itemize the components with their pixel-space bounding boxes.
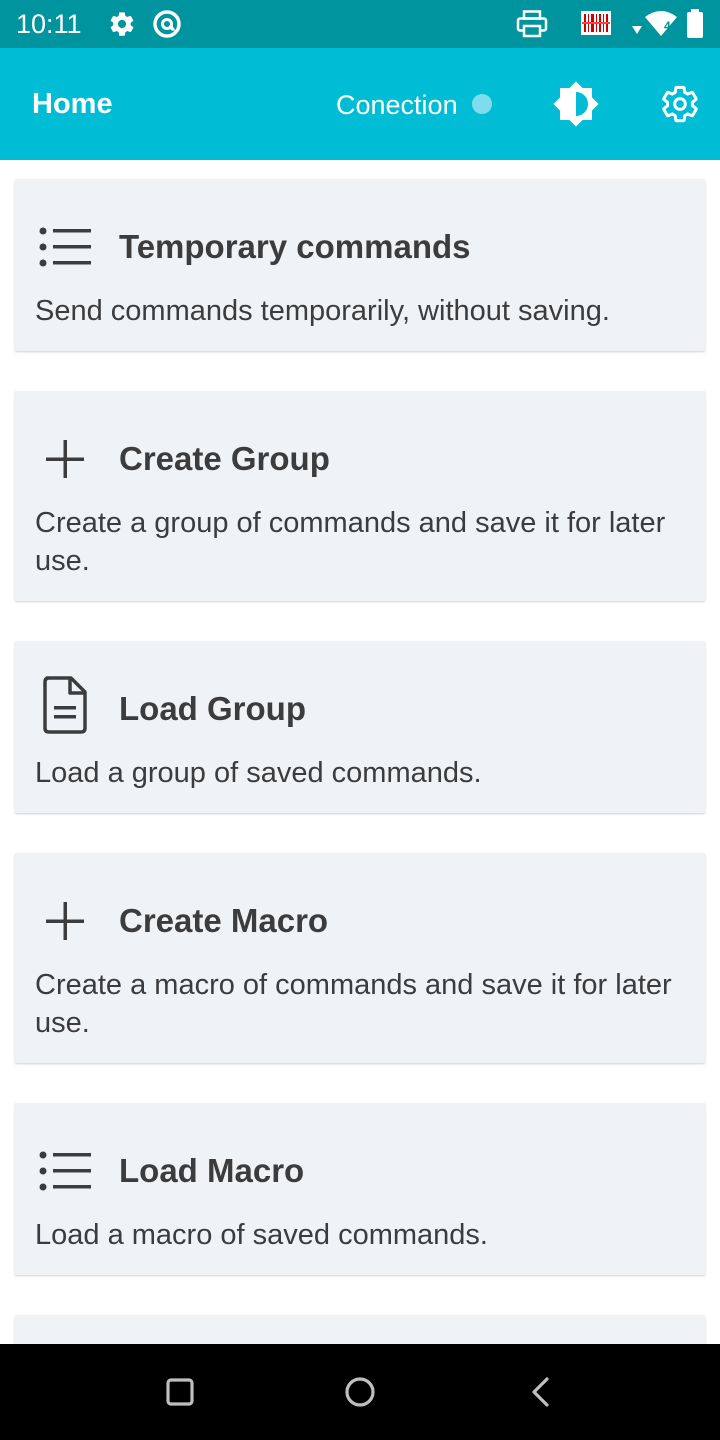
card-description: Load a group of saved commands.	[35, 757, 482, 789]
recents-button[interactable]	[156, 1368, 204, 1416]
brightness-toggle-button[interactable]	[548, 76, 604, 132]
card-title: Create Macro	[119, 902, 329, 939]
list-icon	[39, 221, 91, 273]
card-title: Load Macro	[119, 1152, 305, 1189]
system-navigation-bar	[0, 1344, 720, 1440]
status-time: 10:11	[16, 9, 82, 39]
connection-label: Conection	[336, 90, 458, 120]
back-chevron-icon	[528, 1376, 552, 1408]
brightness-icon	[552, 80, 600, 128]
printer-icon	[516, 10, 548, 42]
signal-arrow-icon	[632, 20, 642, 39]
document-icon	[39, 676, 91, 734]
card-description: Create a macro of commands and save it f…	[35, 969, 672, 1039]
plus-icon	[39, 895, 91, 947]
plus-icon	[39, 433, 91, 485]
next-card-partial[interactable]	[15, 1315, 705, 1344]
command-menu-list: Temporary commands Send commands tempora…	[0, 160, 720, 1344]
card-title: Temporary commands	[119, 228, 471, 265]
card-description: Load a macro of saved commands.	[35, 1219, 488, 1251]
back-button[interactable]	[516, 1368, 564, 1416]
list-icon	[39, 1145, 91, 1197]
load-macro-card[interactable]: Load Macro Load a macro of saved command…	[15, 1103, 705, 1275]
home-button[interactable]	[336, 1368, 384, 1416]
settings-button[interactable]	[652, 76, 708, 132]
card-description: Send commands temporarily, without savin…	[35, 295, 610, 327]
create-group-card[interactable]: Create Group Create a group of commands …	[15, 391, 705, 601]
wifi-icon	[644, 11, 678, 41]
page-title: Home	[32, 88, 113, 120]
create-macro-card[interactable]: Create Macro Create a macro of commands …	[15, 853, 705, 1063]
barcode-icon	[580, 10, 612, 40]
battery-icon	[686, 9, 704, 43]
gear-icon	[108, 10, 136, 42]
connection-status-dot	[472, 94, 492, 114]
card-title: Create Group	[119, 440, 330, 477]
load-group-card[interactable]: Load Group Load a group of saved command…	[15, 641, 705, 813]
card-description: Create a group of commands and save it f…	[35, 507, 666, 577]
app-bar: Home Conection	[0, 48, 720, 160]
temporary-commands-card[interactable]: Temporary commands Send commands tempora…	[15, 179, 705, 351]
home-circle-icon	[344, 1376, 376, 1408]
settings-icon	[660, 84, 700, 124]
recents-square-icon	[166, 1378, 194, 1406]
card-title: Load Group	[119, 690, 306, 727]
network-badge: 4	[664, 19, 671, 33]
at-sign-icon	[152, 9, 182, 43]
status-bar: 10:11 4	[0, 0, 720, 48]
